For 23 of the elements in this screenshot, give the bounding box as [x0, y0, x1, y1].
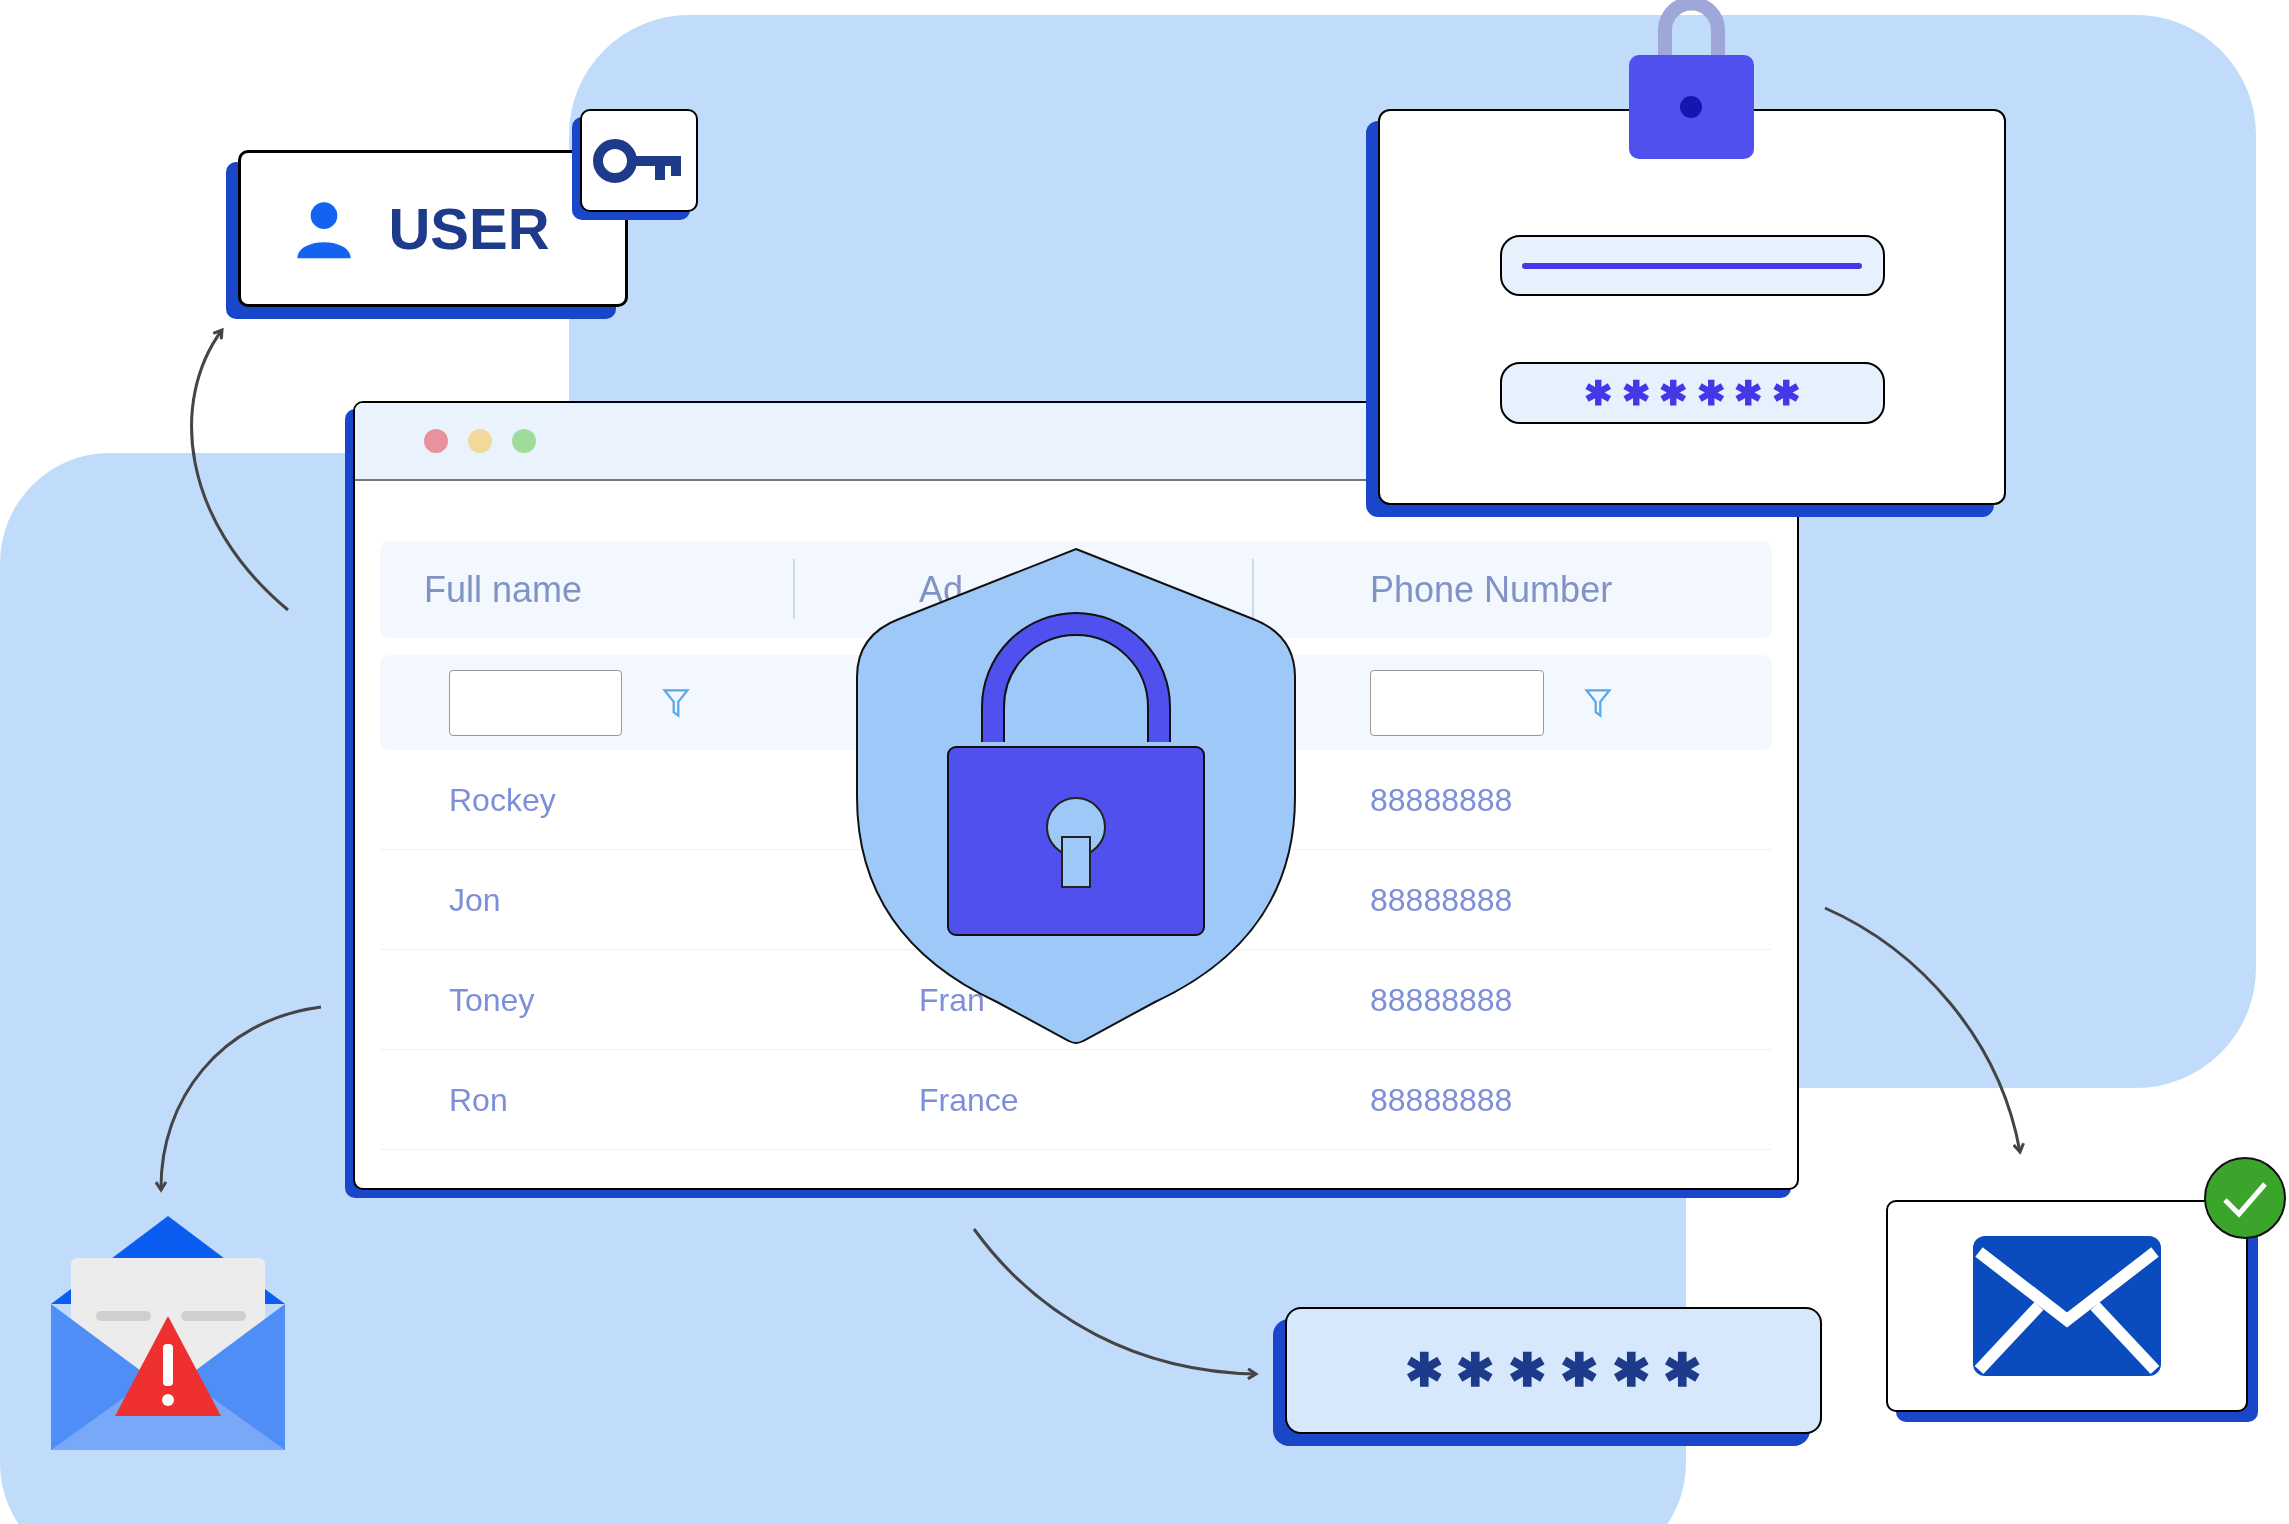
- filter-icon[interactable]: [1584, 686, 1612, 719]
- name-cell-text: Rockey: [448, 780, 557, 820]
- filter-icon[interactable]: [662, 686, 690, 719]
- name-cell-text: Ron: [448, 1080, 509, 1120]
- column-header: Full name: [423, 567, 584, 612]
- filter-field[interactable]: [449, 669, 622, 736]
- phone-cell-text: 88888888: [1370, 1080, 1514, 1120]
- filter-field[interactable]: [1370, 669, 1544, 736]
- name-cell-text: Jon: [448, 880, 502, 920]
- phone-cell-text: 88888888: [1370, 980, 1514, 1020]
- address-cell-text: France: [919, 1080, 1020, 1120]
- username-field[interactable]: [1499, 235, 1885, 296]
- envelope-icon: [1973, 1236, 2161, 1376]
- user-label: USER: [388, 195, 550, 263]
- password-field[interactable]: ✱ ✱ ✱ ✱ ✱ ✱: [1499, 362, 1885, 424]
- table-row[interactable]: Ron France 88888888: [380, 1050, 1772, 1150]
- padlock-icon: [1628, 0, 1755, 160]
- warning-envelope-icon: [51, 1216, 285, 1450]
- address-cell-text: Fran: [919, 980, 986, 1020]
- name-cell-text: Toney: [448, 980, 536, 1020]
- phone-cell-text: 88888888: [1370, 880, 1514, 920]
- phone-cell-text: 88888888: [1370, 780, 1514, 820]
- column-header: Phone Number: [1370, 567, 1614, 612]
